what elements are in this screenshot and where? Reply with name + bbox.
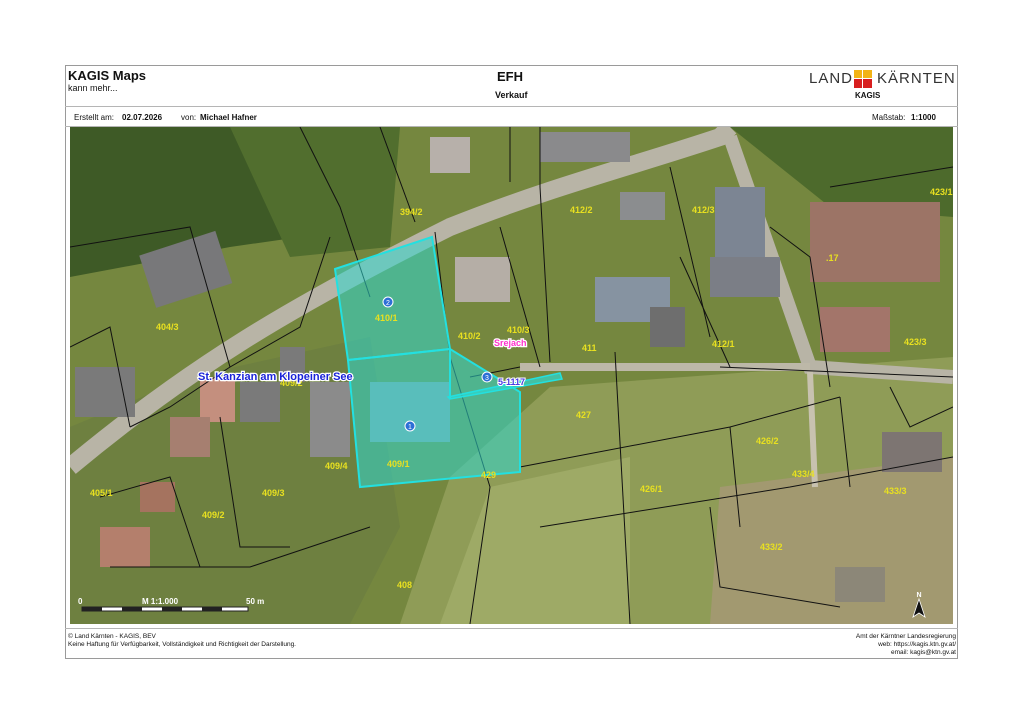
svg-text:2: 2: [386, 300, 390, 307]
footer-disclaimer: Keine Haftung für Verfügbarkeit, Vollstä…: [68, 641, 296, 648]
footer-web-link[interactable]: web: https://kagis.ktn.gv.at/: [878, 641, 956, 648]
parcel-label: 427: [576, 410, 591, 420]
parcel-label: 410/1: [375, 313, 398, 323]
parcel-label: 408: [397, 580, 412, 590]
parcel-label: 410/2: [458, 331, 481, 341]
parcel-label: 433/3: [884, 486, 907, 496]
footer-divider: [65, 628, 958, 629]
app-subtitle: kann mehr...: [68, 83, 118, 93]
footer-office: Amt der Kärntner Landesregierung: [855, 633, 956, 640]
parcel-label: 433/4: [792, 469, 815, 479]
author-value: Michael Hafner: [200, 113, 257, 122]
created-value: 02.07.2026: [122, 113, 163, 122]
parcel-label: 409/1: [387, 459, 410, 469]
parcel-label: 423/3: [904, 337, 927, 347]
parcel-label: 412/3: [692, 205, 715, 215]
svg-text:3: 3: [485, 375, 489, 382]
river-code-label: 5-1117: [498, 377, 525, 387]
scale-bar-start: 0: [78, 597, 83, 606]
parcel-label: .17: [826, 253, 839, 263]
logo-text-right: KÄRNTEN: [877, 70, 956, 87]
scale-label: Maßstab:: [872, 113, 906, 122]
doc-subtitle: Verkauf: [495, 90, 528, 100]
logo-sub: KAGIS: [855, 91, 881, 100]
marker-1[interactable]: 1: [404, 420, 416, 432]
marker-3[interactable]: 3: [481, 371, 493, 383]
author-label: von:: [181, 113, 197, 122]
marker-2[interactable]: 2: [382, 296, 394, 308]
footer-copyright: © Land Kärnten - KAGIS, BEV: [68, 633, 156, 640]
app-title: KAGIS Maps: [68, 68, 147, 83]
scale-value: 1:1000: [911, 113, 936, 122]
parcel-label: 404/3: [156, 322, 179, 332]
parcel-label: 409/4: [325, 461, 348, 471]
parcel-label: 412/2: [570, 205, 593, 215]
svg-text:1: 1: [408, 424, 412, 431]
parcel-label: 405/1: [90, 488, 113, 498]
parcel-label: 426/2: [756, 436, 779, 446]
parcel-label: 433/2: [760, 542, 783, 552]
parcel-label: 429: [481, 470, 496, 480]
parcel-label: 409/3: [262, 488, 285, 498]
river-label: Srejach: [494, 338, 527, 348]
map-canvas[interactable]: 394/2 412/2 412/3 423/1 .17 404/3 410/1 410/2 41…: [70, 127, 953, 624]
parcel-label: 412/1: [712, 339, 735, 349]
parcel-label: 410/3: [507, 325, 530, 335]
aerial-map[interactable]: 394/2 412/2 412/3 423/1 .17 404/3 410/1 410/2 41…: [70, 127, 953, 624]
parcel-label: 409/2: [202, 510, 225, 520]
footer-email-link[interactable]: email: kagis@ktn.gv.at: [891, 649, 956, 656]
created-label: Erstellt am:: [74, 113, 115, 122]
header-divider: [65, 106, 958, 107]
north-label: N: [916, 592, 921, 599]
scale-bar-mid: M 1:1.000: [142, 597, 179, 606]
logo-text-left: LAND: [809, 70, 854, 87]
parcel-label: 394/2: [400, 207, 423, 217]
doc-title: EFH: [497, 69, 523, 84]
parcel-label: 423/1: [930, 187, 953, 197]
parcel-label: 411: [582, 343, 597, 353]
carinthia-flag-icon: [854, 70, 872, 88]
parcel-label: 426/1: [640, 484, 663, 494]
scale-bar-end: 50 m: [246, 597, 264, 606]
place-label: St. Kanzian am Klopeiner See: [198, 371, 353, 383]
